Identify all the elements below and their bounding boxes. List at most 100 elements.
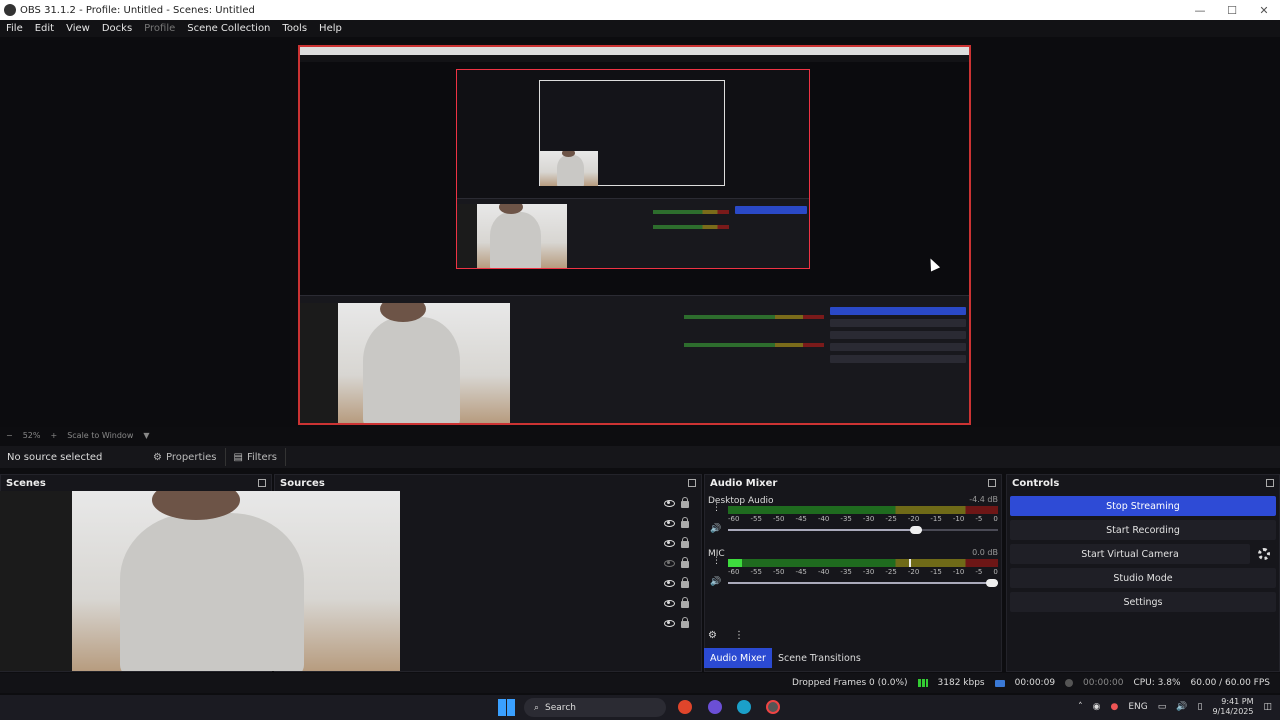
- stop-streaming-button[interactable]: Stop Streaming: [1010, 496, 1276, 516]
- menu-view[interactable]: View: [60, 23, 96, 34]
- dropped-frames: Dropped Frames 0 (0.0%): [791, 678, 908, 688]
- volume-icon[interactable]: 🔊: [1176, 702, 1187, 712]
- meter-tick-label: 0: [993, 568, 998, 576]
- visibility-eye-icon[interactable]: [664, 539, 675, 547]
- meter-tick-label: -25: [885, 515, 897, 523]
- chevron-up-icon[interactable]: ˄: [1078, 702, 1083, 712]
- source-row[interactable]: [664, 516, 696, 530]
- visibility-eye-icon[interactable]: [664, 519, 675, 527]
- kebab-menu-icon[interactable]: ⋮: [712, 504, 721, 513]
- menu-tools[interactable]: Tools: [276, 23, 313, 34]
- system-tray: ˄ ◉ ● ENG ▭ 🔊 ▯ 9:41 PM 9/14/2025 ◫: [1078, 697, 1272, 717]
- settings-button[interactable]: Settings: [1010, 592, 1276, 612]
- hidden-eye-icon[interactable]: [664, 559, 675, 567]
- minimize-icon[interactable]: —: [1184, 4, 1216, 17]
- taskbar-clock[interactable]: 9:41 PM 9/14/2025: [1212, 697, 1253, 717]
- gamepad-icon[interactable]: ◉: [1093, 702, 1101, 712]
- scenes-dock-header: Scenes: [1, 475, 271, 492]
- lock-icon[interactable]: [681, 597, 689, 608]
- mic-icon[interactable]: ●: [1111, 702, 1119, 712]
- menu-profile[interactable]: Profile: [138, 23, 181, 34]
- undock-icon[interactable]: [258, 479, 266, 487]
- edge-icon[interactable]: [737, 700, 751, 714]
- obs-taskbar-icon[interactable]: [766, 700, 780, 714]
- lock-icon[interactable]: [681, 497, 689, 508]
- undock-icon[interactable]: [1266, 479, 1274, 487]
- lock-icon[interactable]: [681, 617, 689, 628]
- undock-icon[interactable]: [688, 479, 696, 487]
- window-titlebar[interactable]: OBS 31.1.2 - Profile: Untitled - Scenes:…: [0, 0, 1280, 20]
- lock-icon[interactable]: [681, 537, 689, 548]
- language-indicator[interactable]: ENG: [1128, 702, 1147, 712]
- discord-icon[interactable]: [708, 700, 722, 714]
- speaker-icon[interactable]: 🔊: [710, 524, 721, 534]
- meter-tick-label: -20: [907, 515, 920, 523]
- tab-scene-transitions[interactable]: Scene Transitions: [772, 648, 867, 668]
- lock-icon[interactable]: [681, 577, 689, 588]
- menu-help[interactable]: Help: [313, 23, 348, 34]
- close-icon[interactable]: ✕: [1248, 4, 1280, 17]
- mixer-settings-icon[interactable]: ⚙: [708, 630, 717, 641]
- sources-title: Sources: [280, 478, 325, 489]
- filter-icon: ▤: [233, 451, 243, 463]
- speaker-icon[interactable]: 🔊: [710, 577, 721, 587]
- menu-file[interactable]: File: [0, 23, 29, 34]
- start-recording-button[interactable]: Start Recording: [1010, 520, 1276, 540]
- signal-icon: [917, 679, 928, 687]
- meter-tick-label: -40: [817, 515, 830, 523]
- visibility-eye-icon[interactable]: [664, 579, 675, 587]
- mixer-menu-icon[interactable]: ⋮: [734, 630, 744, 641]
- meter-tick-label: -55: [750, 515, 762, 523]
- menu-scene-collection[interactable]: Scene Collection: [181, 23, 276, 34]
- meter-level: [728, 559, 742, 567]
- maximize-icon[interactable]: ☐: [1216, 4, 1248, 17]
- controls-title: Controls: [1012, 478, 1060, 489]
- program-preview[interactable]: [298, 45, 971, 425]
- zoom-out-icon[interactable]: −: [6, 431, 13, 440]
- zoom-mode[interactable]: Scale to Window: [67, 431, 133, 440]
- meter-tick-label: -35: [840, 568, 852, 576]
- lock-icon[interactable]: [681, 517, 689, 528]
- visibility-eye-icon[interactable]: [664, 499, 675, 507]
- tab-audio-mixer[interactable]: Audio Mixer: [704, 648, 772, 668]
- source-row[interactable]: [664, 576, 696, 590]
- taskbar-search[interactable]: ⌕ Search: [524, 698, 666, 717]
- source-row[interactable]: [664, 556, 696, 570]
- source-row[interactable]: [664, 536, 696, 550]
- visibility-eye-icon[interactable]: [664, 599, 675, 607]
- nested-stop-button: [735, 206, 807, 214]
- source-row[interactable]: [664, 496, 696, 510]
- channel-db: 0.0 dB: [972, 548, 998, 557]
- source-row[interactable]: [664, 596, 696, 610]
- menu-edit[interactable]: Edit: [29, 23, 60, 34]
- nested-meter: [653, 210, 729, 214]
- source-row[interactable]: [664, 616, 696, 630]
- chevron-down-icon[interactable]: ▼: [143, 431, 149, 440]
- undock-icon[interactable]: [988, 479, 996, 487]
- menu-docks[interactable]: Docks: [96, 23, 138, 34]
- virtual-camera-settings-gear-icon[interactable]: [1258, 548, 1270, 560]
- zoom-in-icon[interactable]: +: [50, 431, 57, 440]
- meter-tick-label: 0: [993, 515, 998, 523]
- filters-button[interactable]: ▤ Filters: [226, 448, 286, 466]
- channel-db: -4.4 dB: [969, 495, 998, 504]
- studio-mode-button[interactable]: Studio Mode: [1010, 568, 1276, 588]
- windows-start-icon[interactable]: [498, 699, 515, 716]
- stream-time: 00:00:09: [1014, 678, 1056, 688]
- properties-button[interactable]: ⚙ Properties: [145, 448, 226, 466]
- bitrate: 3182 kbps: [937, 678, 985, 688]
- visibility-eye-icon[interactable]: [664, 619, 675, 627]
- start-virtual-camera-button[interactable]: Start Virtual Camera: [1010, 544, 1250, 564]
- network-icon[interactable]: ▭: [1158, 702, 1167, 712]
- kebab-menu-icon[interactable]: ⋮: [712, 557, 721, 566]
- volume-slider[interactable]: [728, 526, 998, 534]
- meter-tick-label: -45: [795, 568, 807, 576]
- notification-icon[interactable]: ◫: [1263, 702, 1272, 712]
- nested-meter-3: [684, 315, 824, 319]
- meter-peak: [908, 559, 911, 567]
- lock-icon[interactable]: [681, 557, 689, 568]
- audio-mixer-header: Audio Mixer: [705, 475, 1001, 492]
- chrome-icon[interactable]: [678, 700, 692, 714]
- battery-icon[interactable]: ▯: [1198, 702, 1203, 712]
- volume-slider[interactable]: [728, 579, 998, 587]
